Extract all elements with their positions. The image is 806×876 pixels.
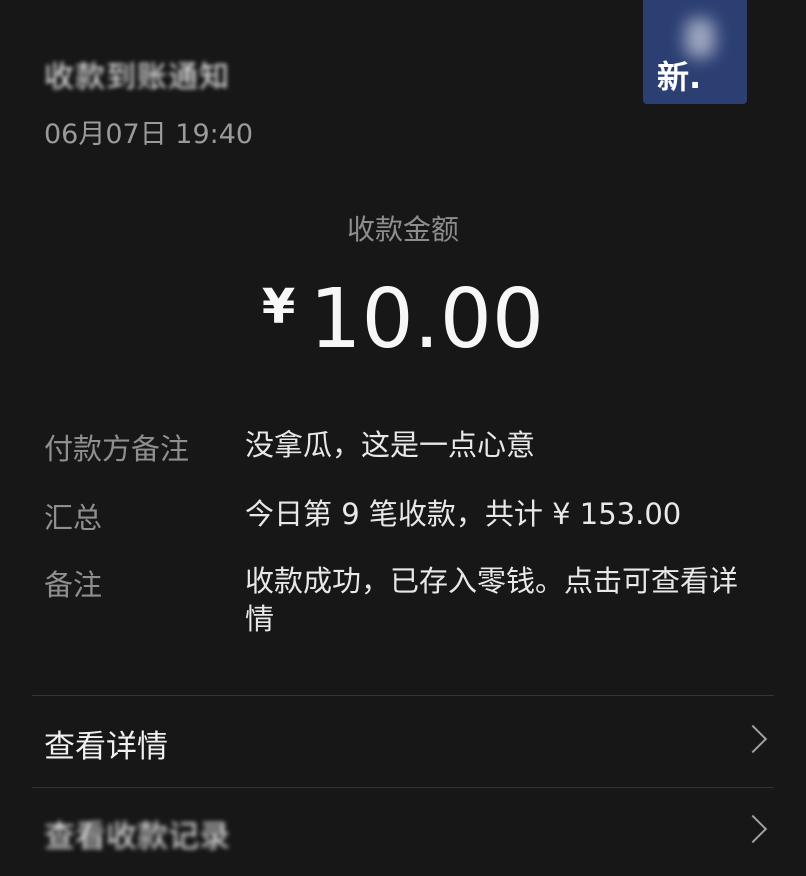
official-account-avatar[interactable]: 新. [643, 0, 747, 104]
remark-value: 收款成功，已存入零钱。点击可查看详情 [245, 564, 739, 636]
payer-note-value: 没拿瓜，这是一点心意 [245, 428, 536, 462]
summary-row: 汇总 今日第 9 笔收款，共计 ¥ 153.00 [44, 495, 764, 535]
chevron-right-icon [738, 724, 768, 754]
summary-label: 汇总 [44, 501, 103, 535]
second-menu-row[interactable]: 查看收款记录 [0, 790, 806, 876]
view-details-label: 查看详情 [44, 729, 168, 765]
payment-notification-screen: 收款到账通知 06月07日 19:40 新. 收款金额 ¥10.00 付款方备注… [0, 0, 806, 876]
currency-symbol: ¥ [261, 279, 296, 335]
view-details-row[interactable]: 查看详情 [0, 700, 806, 788]
payer-note-row: 付款方备注 没拿瓜，这是一点心意 [44, 426, 764, 466]
remark-row: 备注 收款成功，已存入零钱。点击可查看详情 [44, 562, 764, 640]
notification-title: 收款到账通知 [44, 60, 230, 95]
payer-note-label: 付款方备注 [44, 432, 190, 466]
menu-divider [32, 787, 774, 788]
chevron-right-icon [738, 814, 768, 844]
amount-label: 收款金额 [346, 213, 459, 246]
notification-time: 06月07日 19:40 [44, 119, 254, 150]
section-divider [32, 695, 774, 696]
amount-value: 10.00 [309, 272, 545, 367]
avatar-text: 新. [657, 58, 702, 96]
payment-amount: ¥10.00 [0, 272, 806, 367]
second-menu-label: 查看收款记录 [44, 819, 230, 855]
summary-value: 今日第 9 笔收款，共计 ¥ 153.00 [245, 497, 682, 531]
remark-label: 备注 [44, 568, 103, 602]
